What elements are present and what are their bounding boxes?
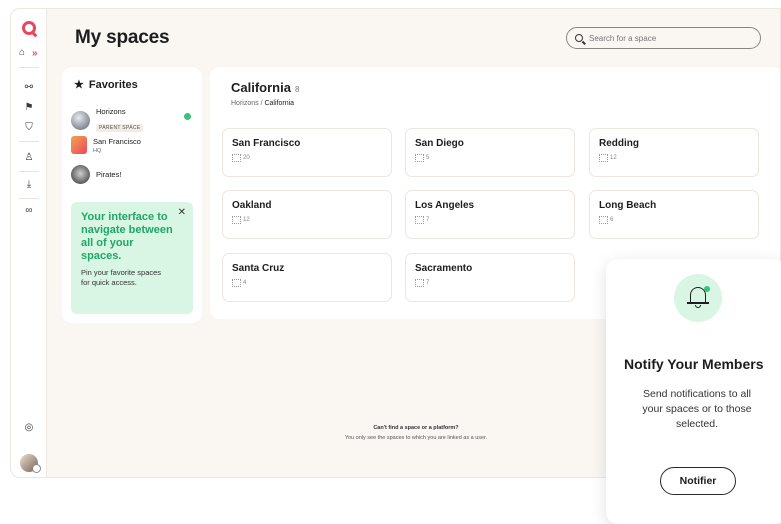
footer-note: You only see the spaces to which you are…: [344, 435, 488, 441]
space-count: 4: [243, 280, 247, 286]
region-count: 8: [294, 85, 300, 94]
rail-divider: [19, 67, 39, 68]
favorites-panel: ★ Favorites Horizons PARENT SPACE San Fr…: [62, 67, 202, 323]
star-icon: ★: [74, 79, 84, 91]
space-name: Long Beach: [599, 200, 657, 211]
space-card[interactable]: San Diego 5: [405, 128, 575, 177]
app-logo-icon[interactable]: [22, 21, 36, 35]
binoculars-icon[interactable]: ⚯: [23, 82, 35, 94]
space-card[interactable]: Redding 12: [589, 128, 759, 177]
favorite-item-pirates[interactable]: Pirates!: [71, 165, 193, 184]
notify-popover: Notify Your Members Send notifications t…: [606, 259, 781, 524]
check-icon: [184, 113, 191, 120]
space-card[interactable]: Los Angeles 7: [405, 190, 575, 239]
promo-headline: Your interface to navigate between all o…: [81, 211, 173, 262]
space-count: 5: [426, 155, 430, 161]
notifier-button[interactable]: Notifier: [660, 467, 736, 495]
space-card[interactable]: Santa Cruz 4: [222, 253, 392, 302]
favorite-name: Horizons: [96, 107, 126, 116]
space-count: 12: [243, 217, 250, 223]
space-card[interactable]: Long Beach 6: [589, 190, 759, 239]
space-name: Los Angeles: [415, 200, 475, 211]
download-icon[interactable]: ⤓: [23, 179, 35, 191]
home-icon[interactable]: ⌂: [16, 47, 28, 59]
favorite-name: San Francisco: [93, 136, 141, 146]
space-name: Redding: [599, 138, 639, 149]
notify-body: Send notifications to all your spaces or…: [642, 388, 752, 430]
space-count: 20: [243, 155, 250, 161]
space-name: Sacramento: [415, 263, 473, 274]
spaces-grid-icon: [415, 154, 424, 162]
parent-space-badge: PARENT SPACE: [96, 124, 144, 132]
search-input[interactable]: [589, 33, 749, 43]
spaces-grid-icon: [232, 216, 241, 224]
favorites-title: Favorites: [88, 78, 138, 91]
spaces-grid-icon: [599, 154, 608, 162]
breadcrumb-parent[interactable]: Horizons: [231, 100, 259, 107]
space-name: San Francisco: [232, 138, 301, 149]
search-box[interactable]: [566, 27, 761, 49]
favorite-item-horizons[interactable]: Horizons PARENT SPACE: [71, 107, 193, 134]
spaces-grid-icon: [599, 216, 608, 224]
space-card[interactable]: Sacramento 7: [405, 253, 575, 302]
shield-icon[interactable]: ⛉: [23, 122, 35, 134]
space-count: 7: [426, 280, 430, 286]
search-icon: [575, 34, 583, 42]
space-name: Santa Cruz: [232, 263, 285, 274]
page-title: My spaces: [75, 27, 170, 48]
help-icon[interactable]: ◎: [23, 422, 35, 434]
space-name: San Diego: [415, 138, 464, 149]
breadcrumb: Horizons / California: [231, 100, 295, 107]
footer-question: Can't find a space or a platform?: [373, 425, 459, 431]
space-thumbnail: [71, 136, 87, 154]
spaces-grid-icon: [415, 279, 424, 287]
settings-gear-icon[interactable]: [32, 464, 41, 473]
nav-rail: ⌂ » ⚯ ⚑ ⛉ ♙ ⤓ ∞ ◎: [11, 9, 47, 477]
favorite-name: Pirates!: [96, 170, 122, 179]
space-count: 6: [610, 217, 614, 223]
spaces-grid-icon: [232, 279, 241, 287]
spaces-grid-icon: [232, 154, 241, 162]
notify-title: Notify Your Members: [624, 356, 764, 372]
space-count: 7: [426, 217, 430, 223]
space-count: 12: [610, 155, 617, 161]
space-card[interactable]: San Francisco 20: [222, 128, 392, 177]
favorites-promo: Your interface to navigate between all o…: [71, 202, 193, 314]
rail-divider: [19, 198, 39, 199]
rail-divider: [19, 171, 39, 172]
flag-icon[interactable]: ⚑: [23, 102, 35, 114]
space-thumbnail: [71, 111, 90, 130]
bell-icon: [674, 274, 722, 322]
region-title: California 8: [231, 80, 299, 95]
rail-divider: [19, 141, 39, 142]
link-icon[interactable]: ∞: [23, 205, 35, 217]
space-card[interactable]: Oakland 12: [222, 190, 392, 239]
favorites-heading: ★ Favorites: [74, 78, 138, 92]
spaces-grid-icon: [415, 216, 424, 224]
favorite-item-san-francisco[interactable]: San Francisco HQ: [71, 136, 193, 154]
notification-dot: [704, 286, 710, 292]
space-thumbnail: [71, 165, 90, 184]
expand-sidebar-icon[interactable]: »: [32, 48, 38, 59]
region-name: California: [231, 80, 291, 95]
close-icon[interactable]: ✕: [178, 207, 186, 218]
favorite-sub: HQ: [93, 147, 102, 154]
space-name: Oakland: [232, 200, 272, 211]
promo-body: Pin your favorite spaces for quick acces…: [81, 268, 162, 287]
user-icon[interactable]: ♙: [23, 152, 35, 164]
breadcrumb-current: California: [264, 100, 295, 107]
